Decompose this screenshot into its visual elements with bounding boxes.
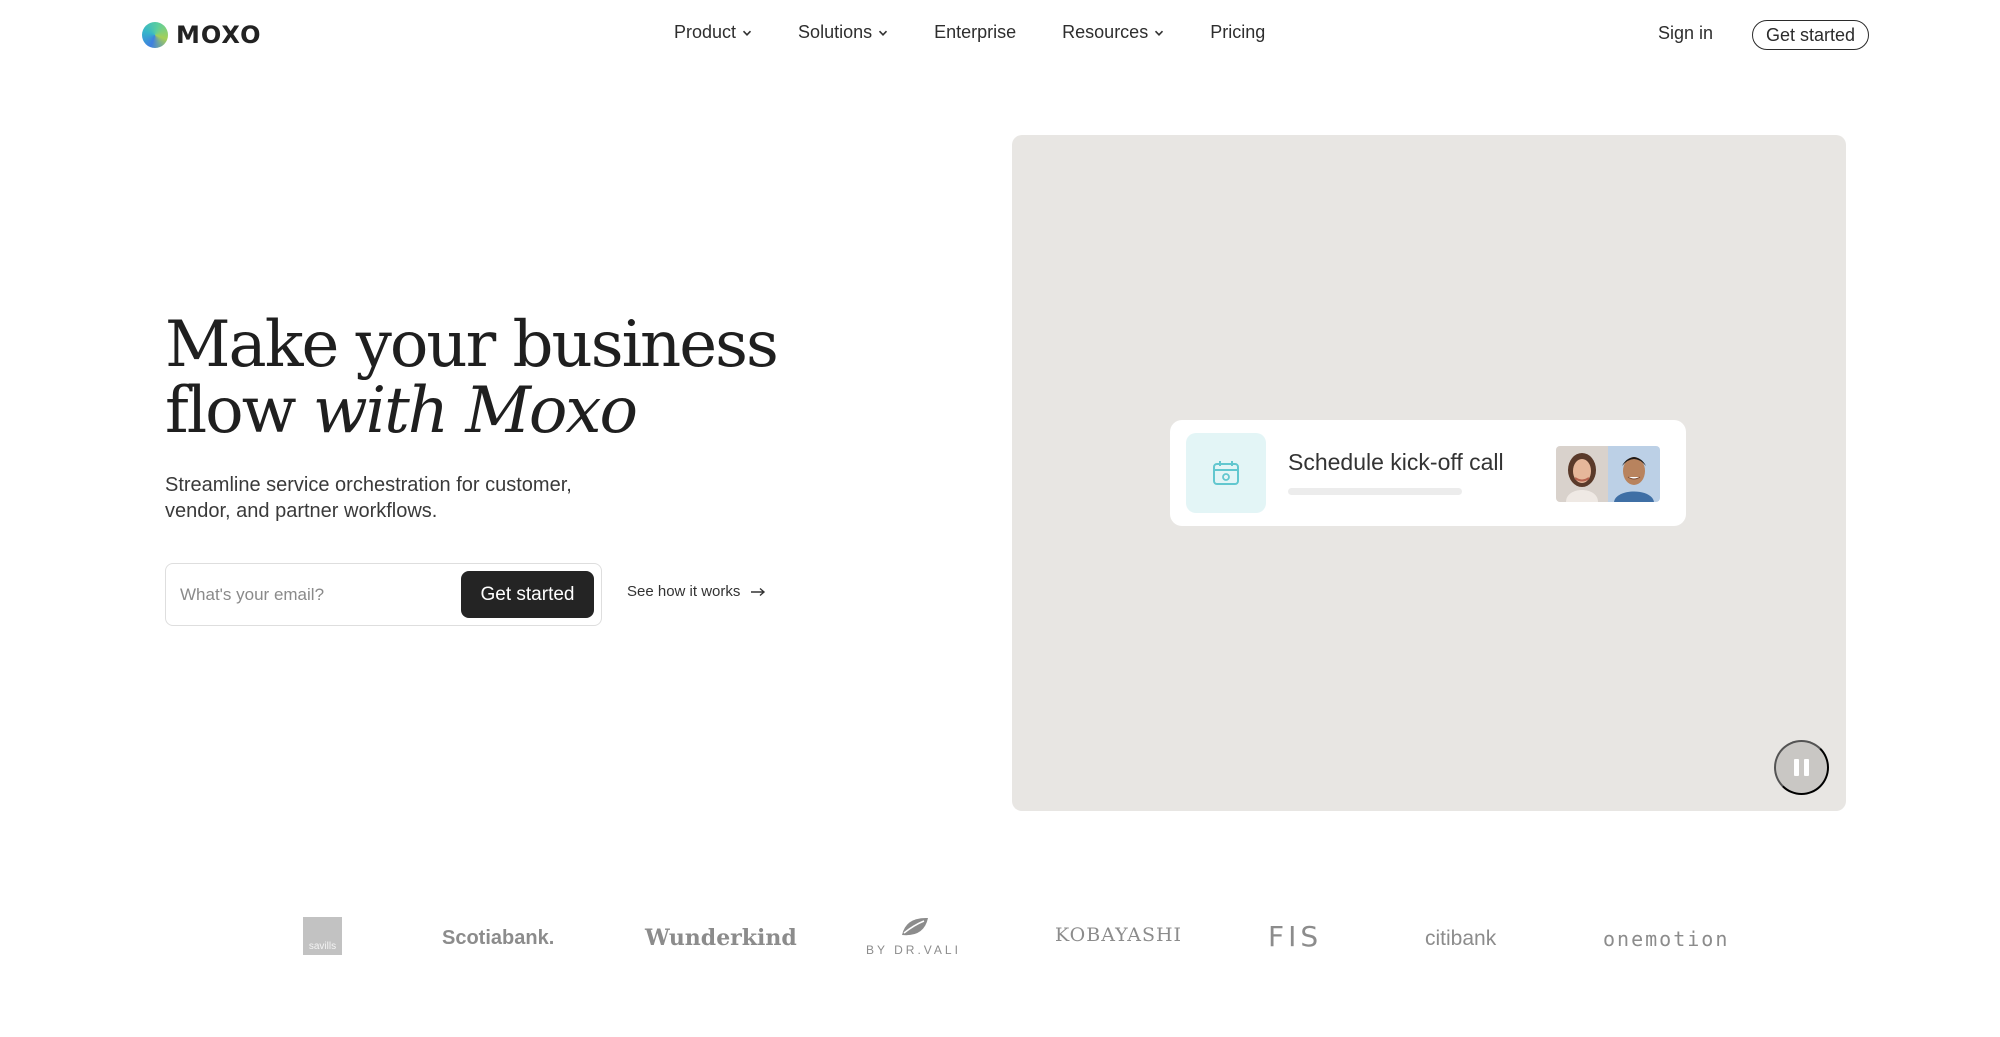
logo-kobayashi: KOBAYASHI — [1055, 924, 1183, 946]
hero-title-line1: Make your business — [165, 308, 779, 382]
nav-item-label: Resources — [1062, 22, 1149, 42]
pause-icon — [1794, 759, 1799, 776]
task-title: Schedule kick-off call — [1288, 449, 1504, 475]
see-how-it-works-label: See how it works — [627, 583, 741, 600]
hero-subtitle: Streamline service orchestration for cus… — [165, 474, 572, 522]
hero-title-line2-italic: with Moxo — [312, 374, 638, 448]
sign-in-link[interactable]: Sign in — [1658, 23, 1713, 44]
top-navigation: MOXO Product Solutions Enterprise Resour… — [0, 0, 2000, 68]
primary-nav: Product Solutions Enterprise Resources P… — [674, 22, 1311, 43]
chevron-down-icon — [1155, 30, 1164, 36]
customer-logo-strip: savills Scotiabank. Wunderkind BY DR.VAL… — [0, 900, 2000, 970]
calendar-icon — [1213, 461, 1239, 485]
task-icon-box — [1186, 433, 1266, 513]
nav-get-started-button[interactable]: Get started — [1752, 20, 1870, 50]
nav-item-solutions[interactable]: Solutions — [798, 22, 888, 43]
chevron-down-icon — [742, 30, 752, 36]
nav-item-product[interactable]: Product — [674, 22, 752, 43]
hero-title-line2-plain: flow — [165, 374, 313, 448]
nav-item-label: Enterprise — [934, 22, 1017, 42]
logo-wunderkind: Wunderkind — [645, 925, 797, 951]
hero-get-started-button[interactable]: Get started — [461, 571, 594, 618]
dr-vali-leaf-icon — [902, 917, 928, 936]
avatar-woman — [1556, 446, 1608, 502]
nav-item-label: Pricing — [1210, 22, 1266, 42]
nav-item-pricing[interactable]: Pricing — [1210, 22, 1265, 43]
pause-video-button[interactable] — [1774, 740, 1829, 795]
moxo-logo-mark-icon — [142, 22, 168, 48]
avatar-man — [1608, 446, 1660, 502]
hero-media-panel: Schedule kick-off call — [1012, 135, 1846, 811]
logo-dr-vali: BY DR.VALI — [866, 915, 962, 959]
moxo-logo[interactable]: MOXO — [142, 21, 261, 49]
chevron-down-icon — [879, 30, 888, 36]
see-how-it-works-link[interactable]: See how it works — [627, 583, 766, 600]
email-input[interactable] — [180, 582, 450, 608]
moxo-logo-text: MOXO — [176, 21, 262, 49]
logo-savills-text: savills — [308, 941, 337, 952]
task-progress-bar — [1288, 488, 1462, 495]
nav-item-label: Product — [674, 22, 737, 42]
email-signup-form: Get started — [165, 563, 602, 626]
participant-avatars — [1556, 446, 1660, 502]
hero-title: Make your business flow with Moxo — [165, 312, 805, 444]
nav-item-resources[interactable]: Resources — [1062, 22, 1164, 43]
pause-icon-bar — [1804, 759, 1809, 776]
logo-savills: savills — [303, 917, 342, 955]
logo-citibank: citibank — [1425, 927, 1497, 950]
task-card: Schedule kick-off call — [1170, 420, 1686, 526]
nav-item-enterprise[interactable]: Enterprise — [934, 22, 1016, 43]
nav-item-label: Solutions — [798, 22, 873, 42]
logo-scotiabank: Scotiabank. — [442, 927, 555, 949]
logo-onemotion: onemotion — [1603, 927, 1730, 951]
logo-dr-vali-text: BY DR.VALI — [866, 943, 961, 957]
arrow-right-icon — [751, 587, 766, 596]
logo-fis: FIS — [1268, 920, 1323, 953]
